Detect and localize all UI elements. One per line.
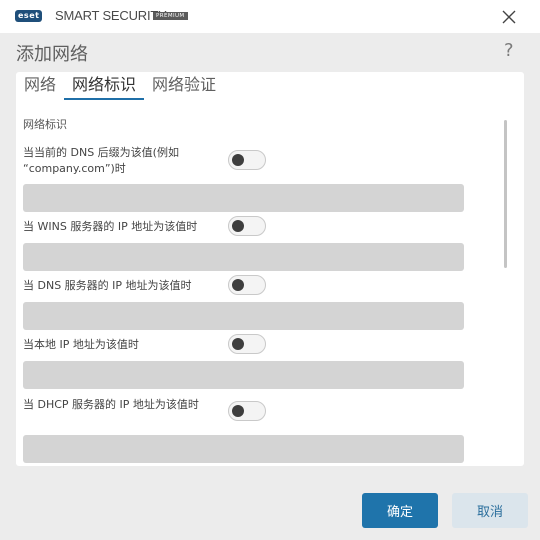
cancel-button[interactable]: 取消 bbox=[452, 493, 528, 528]
tab-network-identification[interactable]: 网络标识 bbox=[64, 74, 145, 100]
dns-suffix-toggle[interactable] bbox=[228, 150, 266, 170]
toggle-knob bbox=[232, 405, 244, 417]
product-name: SMART SECURITY bbox=[55, 8, 167, 23]
scrollbar[interactable] bbox=[504, 120, 507, 268]
wins-server-field[interactable] bbox=[23, 243, 464, 271]
dns-server-toggle[interactable] bbox=[228, 275, 266, 295]
tab-network-authentication[interactable]: 网络验证 bbox=[152, 74, 216, 100]
local-ip-label: 当本地 IP 地址为该值时 bbox=[23, 338, 139, 351]
dns-server-field[interactable] bbox=[23, 302, 464, 330]
close-icon bbox=[502, 10, 516, 24]
eset-logo: eset bbox=[15, 10, 43, 22]
page-title: 添加网络 bbox=[16, 44, 88, 65]
ok-button[interactable]: 确定 bbox=[362, 493, 438, 528]
help-icon[interactable]: ? bbox=[504, 40, 514, 61]
dhcp-server-toggle[interactable] bbox=[228, 401, 266, 421]
wins-server-label: 当 WINS 服务器的 IP 地址为该值时 bbox=[23, 220, 198, 233]
dns-suffix-label: 当当前的 DNS 后缀为该值(例如 “company.com”)时 bbox=[23, 146, 179, 175]
section-label: 网络标识 bbox=[23, 118, 67, 131]
toggle-knob bbox=[232, 279, 244, 291]
toggle-knob bbox=[232, 338, 244, 350]
network-panel: 网络 网络标识 网络验证 网络标识 当当前的 DNS 后缀为该值(例如 “com… bbox=[16, 72, 524, 466]
toggle-knob bbox=[232, 220, 244, 232]
local-ip-field[interactable] bbox=[23, 361, 464, 389]
dhcp-server-label: 当 DHCP 服务器的 IP 地址为该值时 bbox=[23, 398, 199, 411]
tab-network[interactable]: 网络 bbox=[24, 74, 56, 100]
close-button[interactable] bbox=[496, 4, 522, 30]
edition-badge: PREMIUM bbox=[153, 12, 188, 20]
dhcp-server-field[interactable] bbox=[23, 435, 464, 463]
local-ip-toggle[interactable] bbox=[228, 334, 266, 354]
title-bar: eset SMART SECURITY PREMIUM bbox=[0, 0, 540, 33]
dns-suffix-field[interactable] bbox=[23, 184, 464, 212]
wins-server-toggle[interactable] bbox=[228, 216, 266, 236]
toggle-knob bbox=[232, 154, 244, 166]
dns-server-label: 当 DNS 服务器的 IP 地址为该值时 bbox=[23, 279, 192, 292]
tab-bar: 网络 网络标识 网络验证 bbox=[16, 72, 524, 100]
